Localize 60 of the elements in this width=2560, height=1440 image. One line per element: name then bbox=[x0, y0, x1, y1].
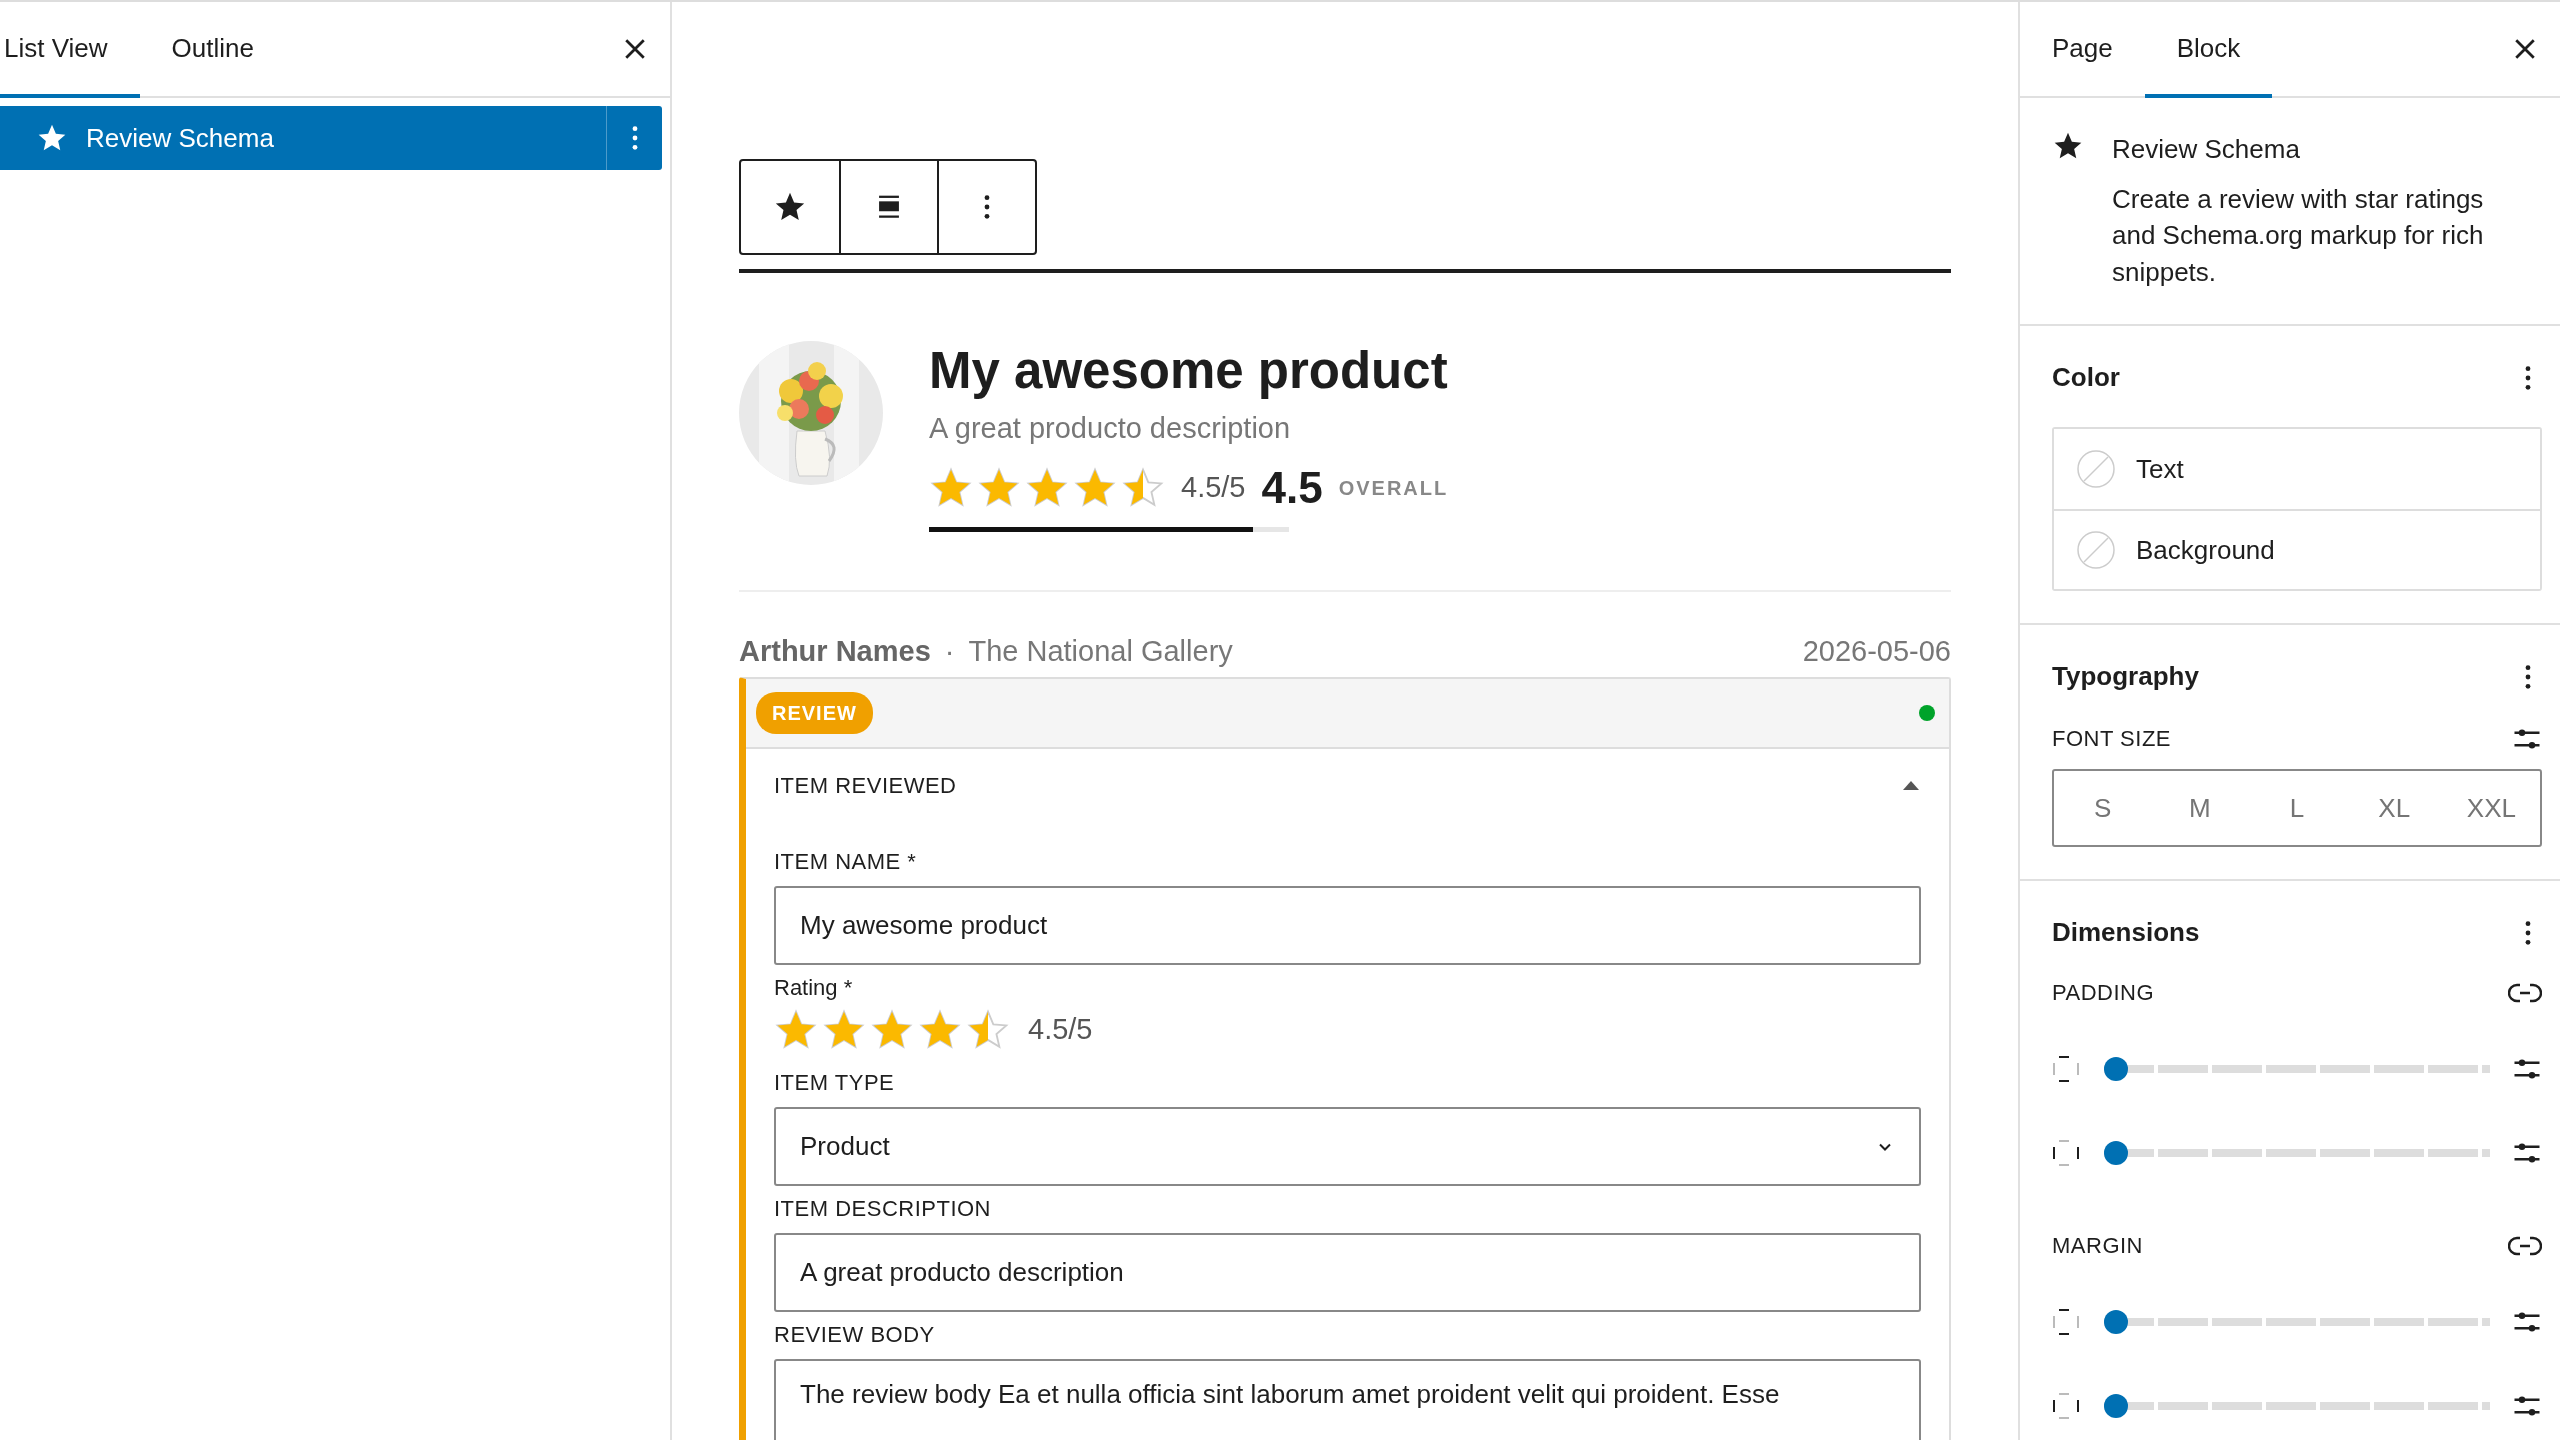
size-option[interactable]: S bbox=[2054, 771, 2152, 846]
tab[interactable]: Block bbox=[2144, 2, 2273, 98]
rating-value: 4.5/5 bbox=[1028, 1012, 1093, 1048]
section-title: Color bbox=[2052, 361, 2120, 395]
input-field[interactable]: A great producto description bbox=[774, 1233, 1921, 1313]
field-label: MARGIN bbox=[2052, 1232, 2143, 1261]
field-label: Rating * bbox=[774, 974, 854, 1003]
author-name: Arthur Names bbox=[739, 633, 931, 669]
sides-icon bbox=[2052, 1055, 2080, 1084]
field-label: REVIEW BODY bbox=[774, 1321, 936, 1350]
collapse-toggle[interactable] bbox=[1901, 779, 1921, 792]
field-label: PADDING bbox=[2052, 979, 2155, 1008]
field-label: ITEM NAME * bbox=[774, 848, 918, 877]
tab[interactable]: Page bbox=[2020, 2, 2145, 98]
sides-icon bbox=[2052, 1308, 2080, 1337]
tab[interactable]: Outline bbox=[139, 2, 286, 98]
review-badge: REVIEW bbox=[756, 692, 873, 735]
size-option[interactable]: M bbox=[2151, 771, 2249, 846]
review-date: 2026-05-06 bbox=[1802, 633, 1951, 669]
overall-score: 4.5 bbox=[1261, 461, 1323, 514]
sides-icon bbox=[2052, 1139, 2080, 1168]
link-icon[interactable] bbox=[2508, 1234, 2542, 1257]
product-description: A great producto description bbox=[929, 411, 1292, 447]
section-title: ITEM REVIEWED bbox=[774, 771, 957, 800]
section-title: Typography bbox=[2052, 660, 2199, 694]
slider-thumb[interactable] bbox=[2104, 1141, 2128, 1166]
overall-label: OVERALL bbox=[1338, 475, 1449, 501]
kebab-icon bbox=[2524, 662, 2532, 691]
slider-thumb[interactable] bbox=[2104, 1394, 2128, 1419]
rating-score: 4.5/5 bbox=[1181, 469, 1246, 505]
field-label: ITEM TYPE bbox=[774, 1069, 896, 1098]
swatch-icon bbox=[2076, 530, 2116, 571]
status-dot bbox=[1919, 705, 1935, 722]
field-label: FONT SIZE bbox=[2052, 725, 2171, 754]
kebab-icon bbox=[630, 124, 639, 152]
tab[interactable]: List View bbox=[0, 2, 140, 98]
text-area[interactable]: The review body Ea et nulla officia sint laborum amet proident velit qui proident. Esse bbox=[774, 1359, 1921, 1440]
link-icon[interactable] bbox=[2508, 981, 2542, 1004]
slider-thumb[interactable] bbox=[2104, 1310, 2128, 1335]
input-field[interactable]: My awesome product bbox=[774, 886, 1921, 966]
list-item[interactable]: Review Schema bbox=[0, 106, 662, 170]
slider-thumb[interactable] bbox=[2104, 1057, 2128, 1082]
kebab-icon bbox=[2524, 363, 2532, 392]
list-item-label: Review Schema bbox=[85, 121, 274, 155]
block-description: Create a review with star ratings and Schema.org markup for rich snippets. bbox=[2112, 183, 2485, 289]
size-option[interactable]: L bbox=[2248, 771, 2346, 846]
sides-icon bbox=[2052, 1392, 2080, 1421]
select-field[interactable]: Product bbox=[774, 1107, 1921, 1187]
separator-dot: · bbox=[944, 633, 955, 669]
product-title: My awesome product bbox=[929, 343, 1449, 400]
size-option[interactable]: XXL bbox=[2442, 771, 2540, 846]
field-label: ITEM DESCRIPTION bbox=[774, 1195, 992, 1224]
kebab-icon bbox=[983, 193, 991, 221]
color-option[interactable]: Background bbox=[2054, 509, 2540, 590]
section-title: Dimensions bbox=[2052, 916, 2200, 950]
swatch-icon bbox=[2076, 449, 2116, 490]
kebab-icon bbox=[2524, 918, 2532, 947]
block-title: Review Schema bbox=[2112, 133, 2301, 166]
size-option[interactable]: XL bbox=[2345, 771, 2443, 846]
publisher-name: The National Gallery bbox=[968, 633, 1233, 669]
